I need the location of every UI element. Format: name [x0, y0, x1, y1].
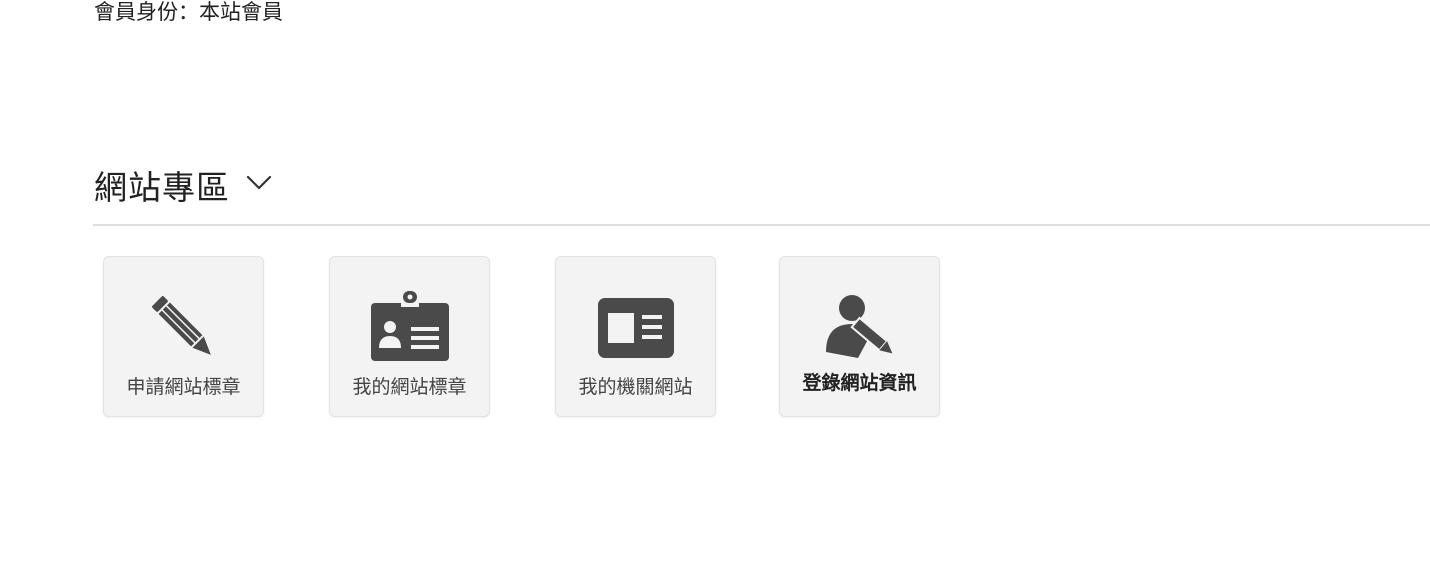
tile-grid: 申請網站標章 我的網站標章 我的機關網站 登錄網站資訊: [103, 256, 1003, 418]
member-status: 會員身份：本站會員: [94, 0, 283, 24]
id-card-icon: [594, 286, 678, 370]
tile-label: 申請網站標章: [126, 376, 241, 398]
chevron-down-icon: [246, 175, 272, 190]
tile-apply-badge[interactable]: 申請網站標章: [103, 256, 264, 417]
section-divider: [93, 224, 1430, 226]
tile-label: 我的機關網站: [578, 376, 693, 398]
user-edit-icon: [818, 286, 902, 370]
section-title: 網站專區: [94, 168, 230, 207]
page: 會員身份：本站會員 網站專區 申請網站標章 我的網站標章 我的機關網站 登錄網站…: [0, 0, 1430, 577]
badge-id-icon: [368, 286, 452, 370]
section-header-toggle[interactable]: 網站專區: [94, 166, 272, 210]
tile-my-agency-sites[interactable]: 我的機關網站: [555, 256, 716, 417]
tile-register-site-info[interactable]: 登錄網站資訊: [779, 256, 940, 417]
tile-label: 我的網站標章: [352, 376, 467, 398]
tile-my-badges[interactable]: 我的網站標章: [329, 256, 490, 417]
tile-label: 登錄網站資訊: [802, 372, 917, 394]
pencil-icon: [142, 286, 226, 370]
